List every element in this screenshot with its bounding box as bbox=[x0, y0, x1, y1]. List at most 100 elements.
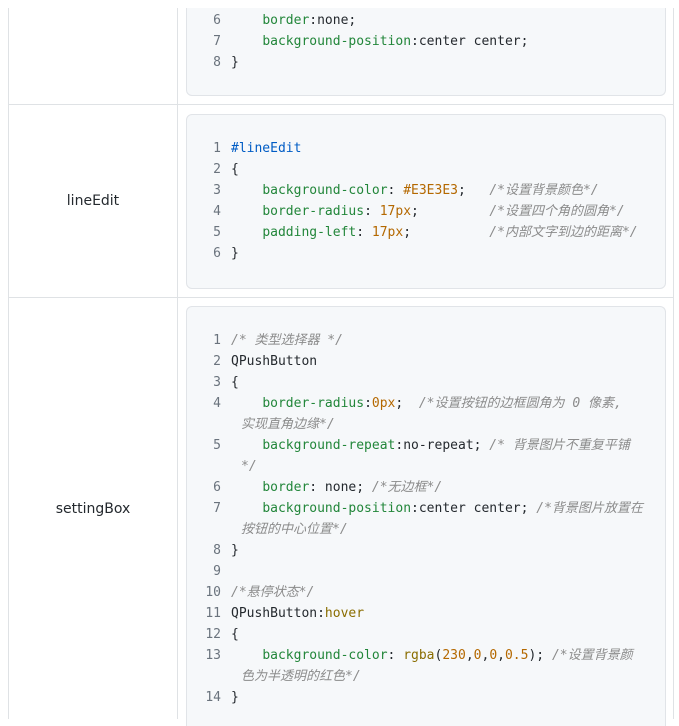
code-text: { bbox=[231, 159, 665, 180]
line-number: 1 bbox=[213, 333, 221, 348]
code-line: 5 padding-left: 17px; /*内部文字到边的距离*/ bbox=[187, 222, 665, 243]
code-token: } bbox=[231, 246, 239, 261]
code-line: 3 background-color: #E3E3E3; /*设置背景颜色*/ bbox=[187, 180, 665, 201]
code-comment: /*设置按钮的边框圆角为 0 像素, bbox=[418, 396, 622, 411]
code-text: border-radius: 17px; /*设置四个角的圆角*/ bbox=[231, 201, 665, 222]
code-line: 3{ bbox=[187, 372, 665, 393]
code-line: 7 background-position:center center; bbox=[187, 31, 665, 52]
code-comment: 色为半透明的红色*/ bbox=[241, 669, 361, 684]
code-line: 4 border-radius: 17px; /*设置四个角的圆角*/ bbox=[187, 201, 665, 222]
code-comment: */ bbox=[241, 459, 257, 474]
code-text: background-repeat:no-repeat; /* 背景图片不重复平… bbox=[231, 435, 665, 456]
line-number: 6 bbox=[213, 246, 221, 261]
code-comment: /*设置背景颜 bbox=[551, 648, 633, 663]
line-number: 7 bbox=[213, 501, 221, 516]
code-block[interactable]: 1 #lineEdit 2{3 background-color: #E3E3E3;… bbox=[186, 114, 666, 289]
code-line: 8} bbox=[187, 540, 665, 561]
code-line: 9 bbox=[187, 561, 665, 582]
code-token: ; bbox=[458, 183, 490, 198]
line-number: 13 bbox=[205, 648, 221, 663]
code-token: border-radius bbox=[262, 396, 365, 411]
code-token: hover bbox=[324, 606, 365, 621]
line-number: 8 bbox=[213, 55, 221, 70]
code-token: { bbox=[231, 375, 239, 390]
code-token: : none; bbox=[309, 480, 372, 495]
widget-name: settingBox bbox=[55, 500, 131, 517]
code-comment: 实现直角边缘*/ bbox=[241, 417, 335, 432]
code-comment: /*无边框*/ bbox=[371, 480, 443, 495]
line-number: 4 bbox=[213, 204, 221, 219]
line-number: 4 bbox=[213, 396, 221, 411]
code-text: } bbox=[231, 540, 665, 561]
line-number: 5 bbox=[213, 438, 221, 453]
code-text: { bbox=[231, 372, 665, 393]
code-token: #lineEdit bbox=[231, 141, 302, 156]
code-token: , bbox=[465, 648, 474, 663]
code-text: background-color: rgba(230,0,0,0.5); /*设… bbox=[231, 645, 665, 666]
code-comment: 按钮的中心位置*/ bbox=[241, 522, 348, 537]
code-text: background-position:center center; bbox=[231, 31, 665, 52]
widget-name-cell: settingBox bbox=[9, 298, 178, 719]
code-line: 2 QPushButton bbox=[187, 351, 665, 372]
code-text: } bbox=[231, 52, 665, 73]
code-block[interactable]: 1/* 类型选择器 */2 QPushButton 3{4 border-radiu… bbox=[186, 306, 666, 726]
code-line-wrap: 按钮的中心位置*/ bbox=[187, 519, 665, 540]
code-token: : bbox=[364, 204, 380, 219]
code-line-wrap: 实现直角边缘*/ bbox=[187, 414, 665, 435]
code-line: 8} bbox=[187, 52, 665, 73]
code-text: /*悬停状态*/ bbox=[231, 582, 665, 603]
code-text: } bbox=[231, 243, 665, 264]
code-token: border bbox=[262, 480, 310, 495]
code-token: ); bbox=[528, 648, 552, 663]
code-text: background-position:center center; /*背景图… bbox=[231, 498, 665, 519]
code-block[interactable]: 6 border:none; 7 background-position:cent… bbox=[186, 8, 666, 96]
table-row: 6 border:none; 7 background-position:cent… bbox=[9, 8, 673, 105]
code-token: :none; bbox=[309, 13, 357, 28]
code-token: background-position bbox=[262, 34, 412, 49]
code-line: 4 border-radius:0px; /*设置按钮的边框圆角为 0 像素, bbox=[187, 393, 665, 414]
code-line: 6} bbox=[187, 243, 665, 264]
code-comment: /*设置四个角的圆角*/ bbox=[489, 204, 625, 219]
code-text: { bbox=[231, 624, 665, 645]
code-token: : bbox=[387, 648, 404, 663]
code-token: 230 bbox=[442, 648, 466, 663]
table-row: lineEdit 1 #lineEdit 2{3 background-color:… bbox=[9, 105, 673, 298]
line-number: 5 bbox=[213, 225, 221, 240]
code-line: 7 background-position:center center; /*背… bbox=[187, 498, 665, 519]
line-number: 11 bbox=[205, 606, 221, 621]
code-token: } bbox=[231, 55, 239, 70]
code-line-wrap: */ bbox=[187, 456, 665, 477]
line-number: 2 bbox=[213, 354, 221, 369]
code-text: border-radius:0px; /*设置按钮的边框圆角为 0 像素, bbox=[231, 393, 665, 414]
widget-name-cell bbox=[9, 8, 178, 104]
code-token: 17px bbox=[379, 204, 412, 219]
line-number: 1 bbox=[213, 141, 221, 156]
code-token: : bbox=[317, 606, 325, 621]
code-cell: 1/* 类型选择器 */2 QPushButton 3{4 border-radiu… bbox=[178, 298, 673, 726]
code-cell: 1 #lineEdit 2{3 background-color: #E3E3E3;… bbox=[178, 105, 673, 297]
code-token: QPushButton bbox=[231, 354, 318, 369]
code-line: 12 { bbox=[187, 624, 665, 645]
code-cell: 6 border:none; 7 background-position:cent… bbox=[178, 8, 673, 104]
code-token: : bbox=[387, 183, 404, 198]
code-token: :center center; bbox=[411, 501, 537, 516]
code-line: 5 background-repeat:no-repeat; /* 背景图片不重… bbox=[187, 435, 665, 456]
code-token: padding-left bbox=[262, 225, 357, 240]
code-text: QPushButton:hover bbox=[231, 603, 665, 624]
code-token: rgba bbox=[403, 648, 435, 663]
code-token: background-position bbox=[262, 501, 412, 516]
code-text: padding-left: 17px; /*内部文字到边的距离*/ bbox=[231, 222, 665, 243]
code-token: ; bbox=[403, 225, 490, 240]
line-number: 6 bbox=[213, 13, 221, 28]
code-line: 6 border: none; /*无边框*/ bbox=[187, 477, 665, 498]
code-line: 11 QPushButton:hover bbox=[187, 603, 665, 624]
